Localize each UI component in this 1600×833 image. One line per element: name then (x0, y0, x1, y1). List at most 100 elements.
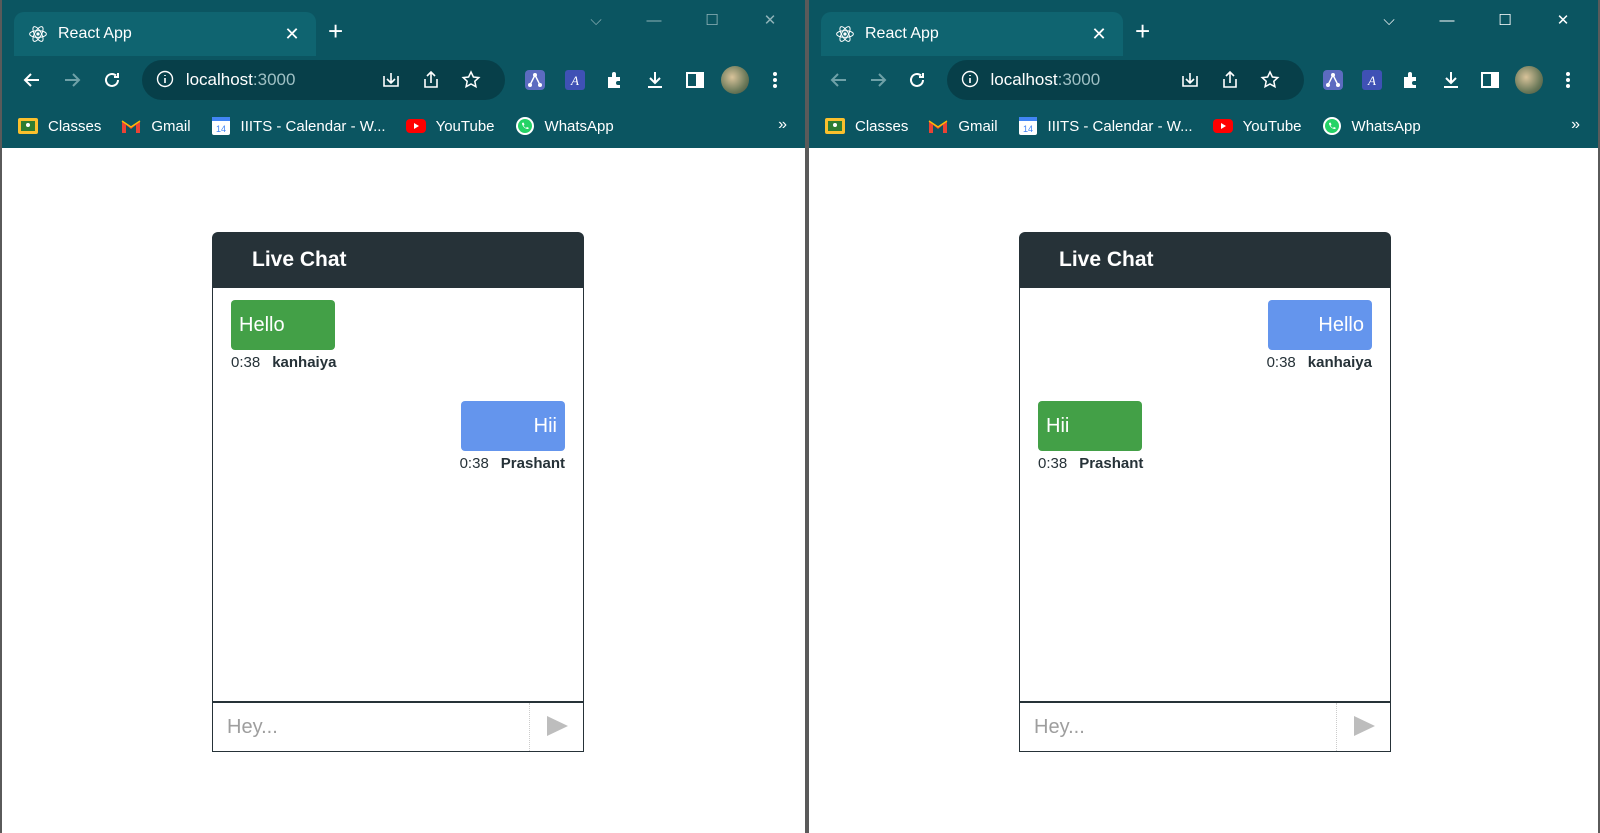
send-button[interactable] (529, 703, 583, 751)
message-bubble: Hello (231, 300, 335, 350)
browser-chrome: React App ✕ + ⌵ — ☐ ✕ localhost:3000 A C… (809, 0, 1598, 148)
send-icon (545, 715, 569, 740)
url-text[interactable]: localhost:3000 (991, 70, 1170, 90)
chat-footer (1019, 702, 1391, 752)
tab-close-icon[interactable]: ✕ (1089, 24, 1109, 45)
site-info-icon[interactable] (961, 70, 981, 90)
bookmark-youtube[interactable]: YouTube (1212, 117, 1302, 135)
reload-icon[interactable] (897, 62, 936, 98)
side-panel-icon[interactable] (1470, 62, 1509, 98)
menu-kebab-icon[interactable] (755, 62, 795, 98)
classroom-icon (825, 117, 845, 135)
forward-icon[interactable] (52, 62, 92, 98)
new-tab-button[interactable]: + (1135, 18, 1150, 44)
share-icon[interactable] (411, 70, 451, 90)
install-app-icon[interactable] (1170, 70, 1210, 90)
address-bar[interactable]: localhost:3000 (946, 60, 1304, 100)
install-app-icon[interactable] (371, 70, 411, 90)
extensions-puzzle-icon[interactable] (595, 62, 635, 98)
side-panel-icon[interactable] (675, 62, 715, 98)
share-icon[interactable] (1210, 70, 1250, 90)
back-icon[interactable] (819, 62, 858, 98)
message-author: Prashant (500, 455, 565, 472)
url-port: :3000 (1057, 70, 1101, 89)
reload-icon[interactable] (92, 62, 132, 98)
message-meta: 0:38 kanhaiya (231, 354, 336, 371)
bookmarks-overflow-icon[interactable]: » (1571, 116, 1580, 134)
message-text: Hii (533, 414, 557, 437)
bookmark-gmail[interactable]: Gmail (121, 117, 191, 135)
message-item: Hello 0:38 kanhaiya (1038, 300, 1372, 371)
bookmarks-bar: Classes Gmail 14 IIITS - Calendar - W...… (809, 104, 1598, 148)
downloads-icon[interactable] (1431, 62, 1470, 98)
close-window-icon[interactable]: ✕ (1538, 6, 1588, 34)
youtube-icon (405, 117, 426, 135)
chat-title: Live Chat (252, 248, 347, 271)
back-icon[interactable] (12, 62, 52, 98)
bookmark-label: YouTube (1242, 117, 1302, 135)
tab-close-icon[interactable]: ✕ (282, 24, 302, 45)
bookmark-classes[interactable]: Classes (825, 117, 908, 135)
message-item: Hii 0:38 Prashant (1038, 401, 1372, 472)
bookmark-whatsapp[interactable]: WhatsApp (1322, 117, 1421, 135)
message-time: 0:38 (231, 354, 261, 371)
new-tab-button[interactable]: + (328, 18, 343, 44)
tab-react-app[interactable]: React App ✕ (821, 12, 1123, 56)
send-icon (1352, 715, 1376, 740)
bookmark-label: YouTube (435, 117, 495, 135)
bookmark-star-icon[interactable] (451, 70, 491, 90)
whatsapp-icon (515, 117, 535, 135)
chat-header: Live Chat (1019, 232, 1391, 288)
url-host: localhost (990, 70, 1058, 89)
bookmark-label: Gmail (151, 117, 191, 135)
message-input[interactable] (213, 703, 529, 751)
svg-text:A: A (570, 73, 579, 88)
message-author: Prashant (1079, 455, 1144, 472)
close-window-icon[interactable]: ✕ (745, 6, 795, 34)
bookmark-gmail[interactable]: Gmail (928, 117, 998, 135)
bookmark-classes[interactable]: Classes (18, 117, 101, 135)
bookmarks-overflow-icon[interactable]: » (778, 116, 787, 134)
address-bar[interactable]: localhost:3000 (141, 60, 506, 100)
message-meta: 0:38 kanhaiya (1267, 354, 1372, 371)
bookmark-calendar[interactable]: 14 IIITS - Calendar - W... (211, 117, 386, 135)
message-meta: 0:38 Prashant (1038, 455, 1143, 472)
maximize-icon[interactable]: ☐ (687, 6, 737, 34)
tab-react-app[interactable]: React App ✕ (14, 12, 316, 56)
calendar-icon: 14 (211, 117, 231, 135)
extension-graph-icon[interactable] (1314, 62, 1353, 98)
message-input[interactable] (1020, 703, 1336, 751)
bookmark-youtube[interactable]: YouTube (405, 117, 495, 135)
message-text: Hii (1046, 414, 1070, 437)
maximize-icon[interactable]: ☐ (1480, 6, 1530, 34)
browser-window-right: React App ✕ + ⌵ — ☐ ✕ localhost:3000 A C… (807, 0, 1600, 833)
browser-toolbar: localhost:3000 A (809, 56, 1598, 104)
extension-graph-icon[interactable] (515, 62, 555, 98)
bookmark-star-icon[interactable] (1250, 70, 1290, 90)
bookmark-calendar[interactable]: 14 IIITS - Calendar - W... (1018, 117, 1193, 135)
extensions-puzzle-icon[interactable] (1392, 62, 1431, 98)
bookmark-whatsapp[interactable]: WhatsApp (515, 117, 614, 135)
url-text[interactable]: localhost:3000 (186, 70, 372, 90)
message-bubble: Hii (1038, 401, 1142, 451)
tab-search-icon[interactable]: ⌵ (1364, 6, 1414, 34)
extension-translate-icon[interactable]: A (1353, 62, 1392, 98)
tab-strip: React App ✕ + ⌵ — ☐ ✕ (809, 0, 1598, 56)
chat-messages[interactable]: Hello 0:38 kanhaiya Hii 0:38 Prashant (1019, 288, 1391, 702)
bookmark-label: IIITS - Calendar - W... (1047, 117, 1193, 135)
tab-search-icon[interactable]: ⌵ (571, 6, 621, 34)
extension-translate-icon[interactable]: A (555, 62, 595, 98)
minimize-icon[interactable]: — (629, 6, 679, 34)
chat-messages[interactable]: Hello 0:38 kanhaiya Hii 0:38 Prashant (212, 288, 584, 702)
page-content: Live Chat Hello 0:38 kanhaiya Hii 0:38 P… (809, 148, 1598, 833)
forward-icon[interactable] (858, 62, 897, 98)
minimize-icon[interactable]: — (1422, 6, 1472, 34)
send-button[interactable] (1336, 703, 1390, 751)
site-info-icon[interactable] (156, 70, 176, 90)
profile-avatar[interactable] (1515, 66, 1543, 94)
message-bubble: Hii (461, 401, 565, 451)
menu-kebab-icon[interactable] (1549, 62, 1588, 98)
message-meta: 0:38 Prashant (460, 455, 565, 472)
profile-avatar[interactable] (721, 66, 749, 94)
downloads-icon[interactable] (635, 62, 675, 98)
